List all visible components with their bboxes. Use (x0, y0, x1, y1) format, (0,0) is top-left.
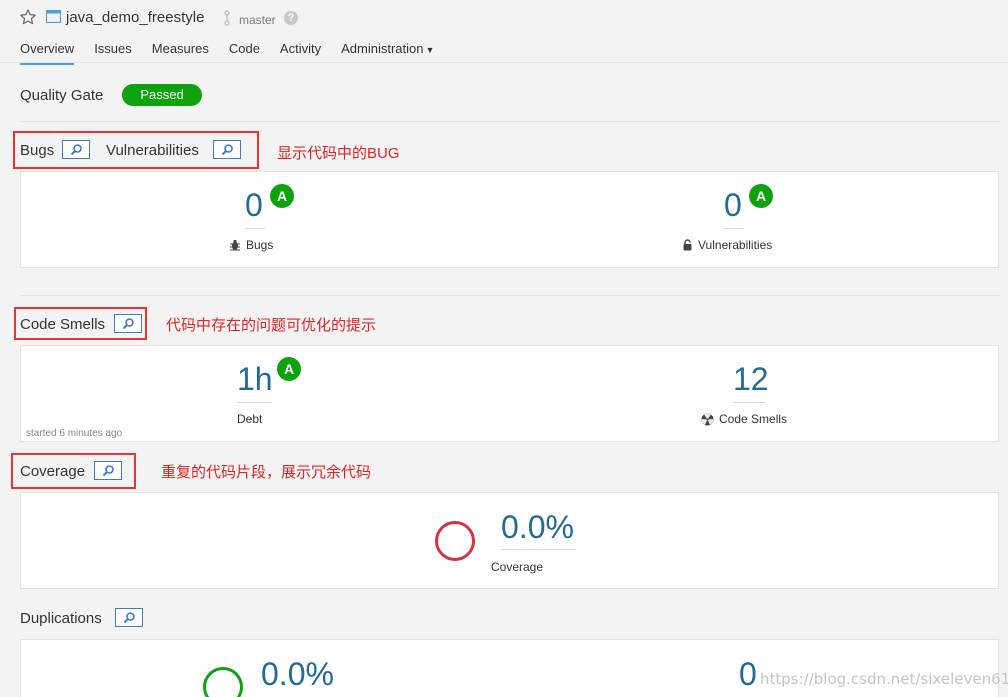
tab-administration-label: Administration (341, 41, 424, 56)
duplications-panel (20, 639, 999, 697)
magnifier-icon (123, 612, 135, 624)
bug-icon (230, 239, 240, 251)
annotation-note-code-smells: 代码中存在的问题可优化的提示 (166, 317, 377, 334)
code-smells-label-text: Code Smells (719, 412, 788, 426)
code-smells-value[interactable]: 12 (733, 361, 769, 398)
value-underline (237, 402, 271, 403)
vulnerabilities-label-text: Vulnerabilities (698, 238, 773, 252)
nav-divider (0, 62, 1008, 63)
bugs-rating-badge[interactable]: A (270, 184, 294, 208)
magnifier-icon (70, 144, 82, 156)
divider (20, 121, 1000, 122)
coverage-donut-chart[interactable] (434, 520, 476, 562)
bugs-label: Bugs (229, 238, 273, 252)
code-smells-panel (20, 345, 999, 442)
branch-icon (224, 10, 230, 26)
duplications-section-title: Duplications (20, 610, 102, 627)
coverage-drilldown-button[interactable] (94, 461, 122, 480)
vulnerabilities-label: Vulnerabilities (682, 238, 772, 252)
coverage-ring (435, 521, 475, 561)
magnifier-icon (221, 144, 233, 156)
duplications-value[interactable]: 0.0% (261, 656, 334, 693)
debt-rating-badge[interactable]: A (277, 357, 301, 381)
duplications-drilldown-button[interactable] (115, 608, 143, 627)
branch-name[interactable]: master (239, 13, 276, 27)
code-smells-label: Code Smells (701, 412, 787, 426)
debt-label: Debt (237, 412, 263, 426)
magnifier-icon (122, 318, 134, 330)
bugs-label-text: Bugs (246, 238, 274, 252)
coverage-section-title: Coverage (20, 463, 86, 480)
annotation-note-bugs: 显示代码中的BUG (277, 145, 400, 162)
help-icon[interactable]: ? (284, 11, 298, 25)
debt-value[interactable]: 1h (237, 361, 273, 398)
code-smells-section-title: Code Smells (20, 316, 106, 333)
code-smells-drilldown-button[interactable] (114, 314, 142, 333)
quality-gate-status-badge: Passed (122, 84, 202, 106)
radiation-icon (701, 413, 714, 425)
value-underline (733, 402, 765, 403)
caret-down-icon: ▼ (425, 45, 435, 55)
lock-icon (683, 239, 692, 251)
duplications-donut-chart[interactable] (202, 666, 244, 697)
folder-icon (46, 10, 61, 23)
bugs-value[interactable]: 0 (245, 187, 263, 224)
value-underline (501, 549, 575, 550)
value-underline (724, 228, 744, 229)
project-name[interactable]: java_demo_freestyle (66, 9, 204, 26)
divider (20, 295, 1000, 296)
vulnerabilities-drilldown-button[interactable] (213, 140, 241, 159)
annotation-note-coverage: 重复的代码片段，展示冗余代码 (161, 464, 372, 481)
value-underline (245, 228, 265, 229)
star-icon[interactable] (19, 8, 37, 26)
duplicated-blocks-value[interactable]: 0 (739, 656, 757, 693)
coverage-value[interactable]: 0.0% (501, 509, 574, 546)
duplications-ring (203, 667, 243, 697)
watermark-text: https://blog.csdn.net/sixeleven611 (760, 670, 1008, 688)
coverage-label: Coverage (491, 560, 544, 574)
analysis-started-note: started 6 minutes ago (26, 428, 123, 439)
vulnerabilities-value[interactable]: 0 (724, 187, 742, 224)
vulnerabilities-section-title: Vulnerabilities (106, 142, 199, 159)
bugs-section-title: Bugs (20, 142, 55, 159)
bugs-drilldown-button[interactable] (62, 140, 90, 159)
quality-gate-label: Quality Gate (20, 87, 104, 104)
magnifier-icon (102, 465, 114, 477)
bugs-panel (20, 171, 999, 268)
vulnerabilities-rating-badge[interactable]: A (749, 184, 773, 208)
